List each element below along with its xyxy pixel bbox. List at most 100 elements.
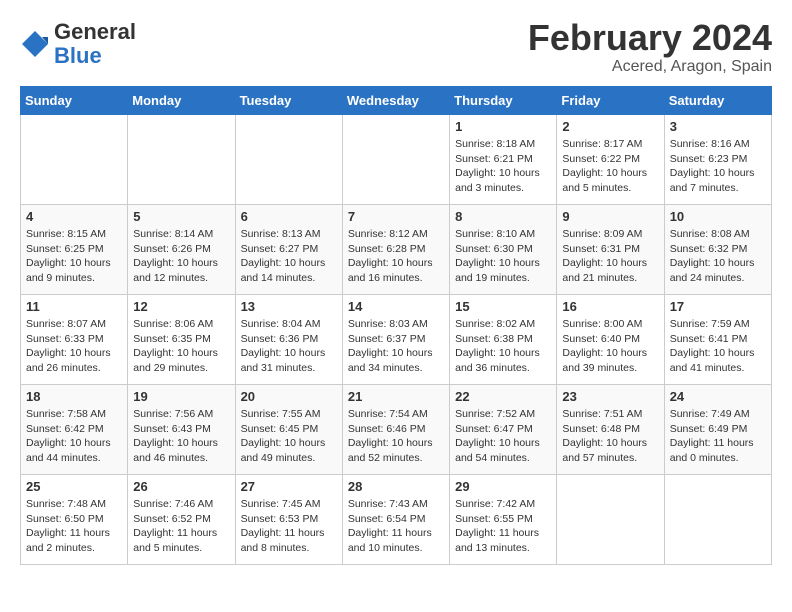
calendar-cell: 15 Sunrise: 8:02 AM Sunset: 6:38 PM Dayli… (450, 295, 557, 385)
calendar-cell: 13 Sunrise: 8:04 AM Sunset: 6:36 PM Dayli… (235, 295, 342, 385)
calendar-cell (664, 475, 771, 565)
calendar-cell: 23 Sunrise: 7:51 AM Sunset: 6:48 PM Dayli… (557, 385, 664, 475)
calendar-cell: 7Sunrise: 8:12 AM Sunset: 6:28 PM Daylig… (342, 205, 449, 295)
day-number: 21 (348, 389, 444, 404)
day-content: Sunrise: 8:02 AM Sunset: 6:38 PM Dayligh… (455, 317, 551, 376)
calendar-cell (557, 475, 664, 565)
day-content: Sunrise: 7:54 AM Sunset: 6:46 PM Dayligh… (348, 407, 444, 466)
day-number: 24 (670, 389, 766, 404)
day-content: Sunrise: 8:13 AM Sunset: 6:27 PM Dayligh… (241, 227, 337, 286)
weekday-header-wednesday: Wednesday (342, 87, 449, 115)
day-content: Sunrise: 7:45 AM Sunset: 6:53 PM Dayligh… (241, 497, 337, 556)
day-content: Sunrise: 8:06 AM Sunset: 6:35 PM Dayligh… (133, 317, 229, 376)
day-number: 25 (26, 479, 122, 494)
day-content: Sunrise: 7:58 AM Sunset: 6:42 PM Dayligh… (26, 407, 122, 466)
calendar-cell (235, 115, 342, 205)
day-number: 26 (133, 479, 229, 494)
calendar-cell: 24 Sunrise: 7:49 AM Sunset: 6:49 PM Dayli… (664, 385, 771, 475)
page-header: General Blue February 2024 Acered, Arago… (20, 20, 772, 76)
day-content: Sunrise: 7:55 AM Sunset: 6:45 PM Dayligh… (241, 407, 337, 466)
calendar-cell: 8 Sunrise: 8:10 AM Sunset: 6:30 PM Daylig… (450, 205, 557, 295)
day-content: Sunrise: 8:04 AM Sunset: 6:36 PM Dayligh… (241, 317, 337, 376)
day-number: 2 (562, 119, 658, 134)
calendar-week-row: 1 Sunrise: 8:18 AM Sunset: 6:21 PM Daylig… (21, 115, 772, 205)
day-content: Sunrise: 8:17 AM Sunset: 6:22 PM Dayligh… (562, 137, 658, 196)
day-content: Sunrise: 8:12 AM Sunset: 6:28 PM Dayligh… (348, 227, 444, 286)
calendar-cell (128, 115, 235, 205)
day-number: 1 (455, 119, 551, 134)
day-number: 15 (455, 299, 551, 314)
calendar-cell: 14Sunrise: 8:03 AM Sunset: 6:37 PM Dayli… (342, 295, 449, 385)
weekday-header-row: SundayMondayTuesdayWednesdayThursdayFrid… (21, 87, 772, 115)
day-number: 16 (562, 299, 658, 314)
day-content: Sunrise: 8:18 AM Sunset: 6:21 PM Dayligh… (455, 137, 551, 196)
day-content: Sunrise: 7:51 AM Sunset: 6:48 PM Dayligh… (562, 407, 658, 466)
location-subtitle: Acered, Aragon, Spain (528, 58, 772, 76)
day-number: 5 (133, 209, 229, 224)
calendar-cell: 2 Sunrise: 8:17 AM Sunset: 6:22 PM Daylig… (557, 115, 664, 205)
calendar-week-row: 25 Sunrise: 7:48 AM Sunset: 6:50 PM Dayli… (21, 475, 772, 565)
calendar-cell: 29 Sunrise: 7:42 AM Sunset: 6:55 PM Dayli… (450, 475, 557, 565)
calendar-cell: 17 Sunrise: 7:59 AM Sunset: 6:41 PM Dayli… (664, 295, 771, 385)
calendar-cell: 16 Sunrise: 8:00 AM Sunset: 6:40 PM Dayli… (557, 295, 664, 385)
day-number: 10 (670, 209, 766, 224)
logo: General Blue (20, 20, 136, 68)
day-content: Sunrise: 8:15 AM Sunset: 6:25 PM Dayligh… (26, 227, 122, 286)
day-number: 19 (133, 389, 229, 404)
day-content: Sunrise: 8:09 AM Sunset: 6:31 PM Dayligh… (562, 227, 658, 286)
day-number: 11 (26, 299, 122, 314)
day-number: 23 (562, 389, 658, 404)
calendar-cell: 22 Sunrise: 7:52 AM Sunset: 6:47 PM Dayli… (450, 385, 557, 475)
calendar-cell: 5 Sunrise: 8:14 AM Sunset: 6:26 PM Daylig… (128, 205, 235, 295)
day-number: 22 (455, 389, 551, 404)
calendar-week-row: 18Sunrise: 7:58 AM Sunset: 6:42 PM Dayli… (21, 385, 772, 475)
weekday-header-monday: Monday (128, 87, 235, 115)
calendar-cell: 27 Sunrise: 7:45 AM Sunset: 6:53 PM Dayli… (235, 475, 342, 565)
calendar-cell: 19Sunrise: 7:56 AM Sunset: 6:43 PM Dayli… (128, 385, 235, 475)
day-number: 29 (455, 479, 551, 494)
day-number: 13 (241, 299, 337, 314)
day-number: 28 (348, 479, 444, 494)
day-number: 12 (133, 299, 229, 314)
day-number: 9 (562, 209, 658, 224)
calendar-cell: 25 Sunrise: 7:48 AM Sunset: 6:50 PM Dayli… (21, 475, 128, 565)
logo-icon (20, 29, 50, 59)
day-number: 20 (241, 389, 337, 404)
day-content: Sunrise: 8:03 AM Sunset: 6:37 PM Dayligh… (348, 317, 444, 376)
day-content: Sunrise: 8:00 AM Sunset: 6:40 PM Dayligh… (562, 317, 658, 376)
day-content: Sunrise: 8:10 AM Sunset: 6:30 PM Dayligh… (455, 227, 551, 286)
calendar-cell: 4Sunrise: 8:15 AM Sunset: 6:25 PM Daylig… (21, 205, 128, 295)
calendar-cell: 3 Sunrise: 8:16 AM Sunset: 6:23 PM Daylig… (664, 115, 771, 205)
month-year-title: February 2024 (528, 20, 772, 56)
day-content: Sunrise: 8:08 AM Sunset: 6:32 PM Dayligh… (670, 227, 766, 286)
calendar-cell: 6Sunrise: 8:13 AM Sunset: 6:27 PM Daylig… (235, 205, 342, 295)
calendar-cell: 11 Sunrise: 8:07 AM Sunset: 6:33 PM Dayli… (21, 295, 128, 385)
calendar-cell: 1 Sunrise: 8:18 AM Sunset: 6:21 PM Daylig… (450, 115, 557, 205)
calendar-cell: 9 Sunrise: 8:09 AM Sunset: 6:31 PM Daylig… (557, 205, 664, 295)
day-content: Sunrise: 7:48 AM Sunset: 6:50 PM Dayligh… (26, 497, 122, 556)
calendar-week-row: 11 Sunrise: 8:07 AM Sunset: 6:33 PM Dayli… (21, 295, 772, 385)
weekday-header-thursday: Thursday (450, 87, 557, 115)
weekday-header-tuesday: Tuesday (235, 87, 342, 115)
day-content: Sunrise: 7:42 AM Sunset: 6:55 PM Dayligh… (455, 497, 551, 556)
calendar-cell: 18Sunrise: 7:58 AM Sunset: 6:42 PM Dayli… (21, 385, 128, 475)
day-content: Sunrise: 8:14 AM Sunset: 6:26 PM Dayligh… (133, 227, 229, 286)
day-content: Sunrise: 8:16 AM Sunset: 6:23 PM Dayligh… (670, 137, 766, 196)
calendar-cell: 28Sunrise: 7:43 AM Sunset: 6:54 PM Dayli… (342, 475, 449, 565)
day-content: Sunrise: 8:07 AM Sunset: 6:33 PM Dayligh… (26, 317, 122, 376)
day-content: Sunrise: 7:49 AM Sunset: 6:49 PM Dayligh… (670, 407, 766, 466)
day-content: Sunrise: 7:59 AM Sunset: 6:41 PM Dayligh… (670, 317, 766, 376)
day-number: 8 (455, 209, 551, 224)
weekday-header-sunday: Sunday (21, 87, 128, 115)
day-number: 17 (670, 299, 766, 314)
calendar-cell (21, 115, 128, 205)
day-content: Sunrise: 7:52 AM Sunset: 6:47 PM Dayligh… (455, 407, 551, 466)
day-number: 3 (670, 119, 766, 134)
calendar-cell: 12 Sunrise: 8:06 AM Sunset: 6:35 PM Dayli… (128, 295, 235, 385)
calendar-cell: 20 Sunrise: 7:55 AM Sunset: 6:45 PM Dayli… (235, 385, 342, 475)
day-number: 27 (241, 479, 337, 494)
calendar-week-row: 4Sunrise: 8:15 AM Sunset: 6:25 PM Daylig… (21, 205, 772, 295)
calendar-cell: 26 Sunrise: 7:46 AM Sunset: 6:52 PM Dayli… (128, 475, 235, 565)
day-content: Sunrise: 7:46 AM Sunset: 6:52 PM Dayligh… (133, 497, 229, 556)
calendar-table: SundayMondayTuesdayWednesdayThursdayFrid… (20, 86, 772, 565)
